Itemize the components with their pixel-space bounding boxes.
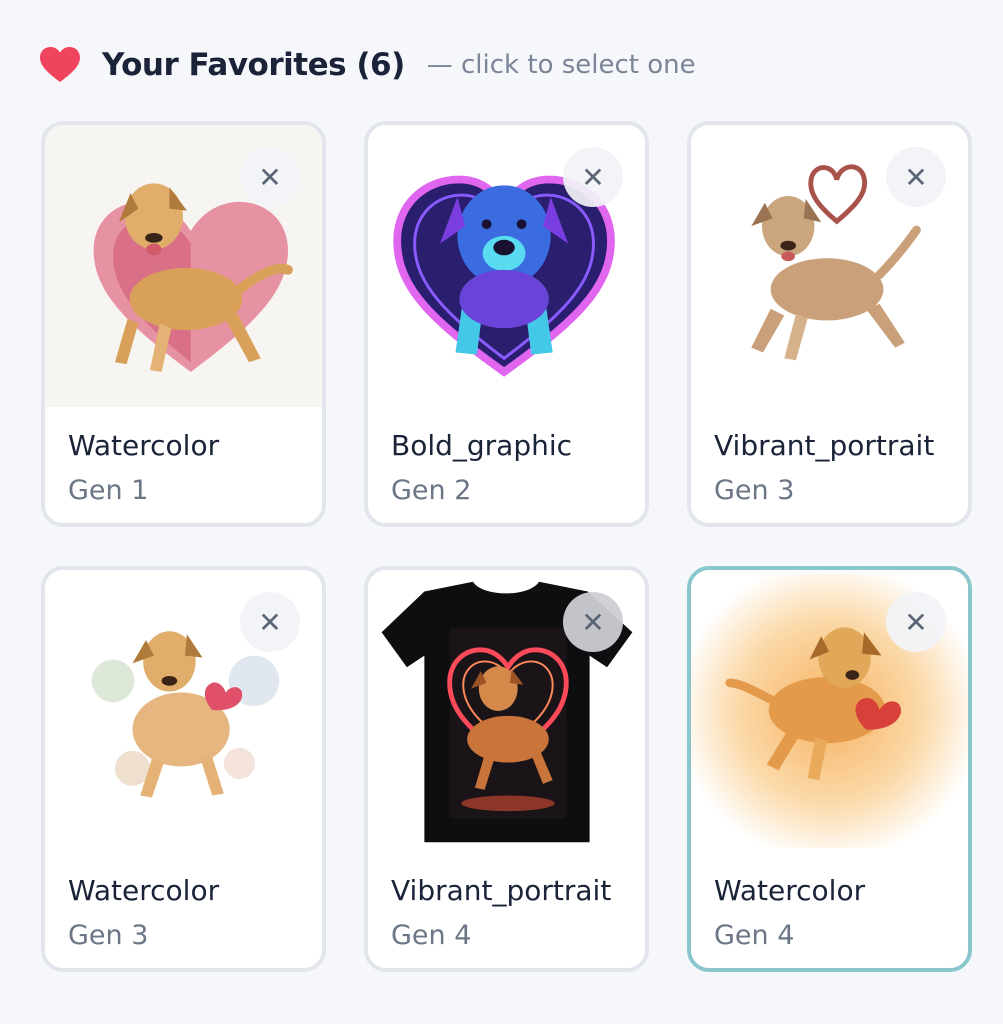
favorite-card[interactable]: ✕ Vibrant_portrait Gen 3 [687,121,972,527]
favorite-card[interactable]: ✕ Bold_graphic Gen 2 [364,121,649,527]
favorite-card-selected[interactable]: ✕ Watercolor Gen 4 [687,566,972,972]
heart-icon [40,47,80,82]
remove-favorite-button[interactable]: ✕ [240,592,300,652]
card-style-label: Watercolor [68,429,220,462]
card-style-label: Watercolor [714,874,866,907]
remove-favorite-button[interactable]: ✕ [886,592,946,652]
favorite-card[interactable]: ✕ Watercolor Gen 1 [41,121,326,527]
card-gen-label: Gen 4 [391,920,472,951]
page-title: Your Favorites (6) [102,47,405,83]
page-subtitle: — click to select one [426,50,696,80]
card-gen-label: Gen 3 [714,475,795,506]
card-style-label: Vibrant_portrait [714,429,935,462]
card-style-label: Vibrant_portrait [391,874,612,907]
remove-favorite-button[interactable]: ✕ [886,147,946,207]
card-style-label: Watercolor [68,874,220,907]
card-gen-label: Gen 1 [68,475,149,506]
remove-favorite-button[interactable]: ✕ [240,147,300,207]
remove-favorite-button[interactable]: ✕ [563,592,623,652]
card-gen-label: Gen 4 [714,920,795,951]
favorite-card[interactable]: ✕ Watercolor Gen 3 [41,566,326,972]
card-gen-label: Gen 3 [68,920,149,951]
card-gen-label: Gen 2 [391,475,472,506]
favorites-header: Your Favorites (6) — click to select one [40,40,696,90]
remove-favorite-button[interactable]: ✕ [563,147,623,207]
card-style-label: Bold_graphic [391,429,573,462]
favorite-card[interactable]: ✕ Vibrant_portrait Gen 4 [364,566,649,972]
